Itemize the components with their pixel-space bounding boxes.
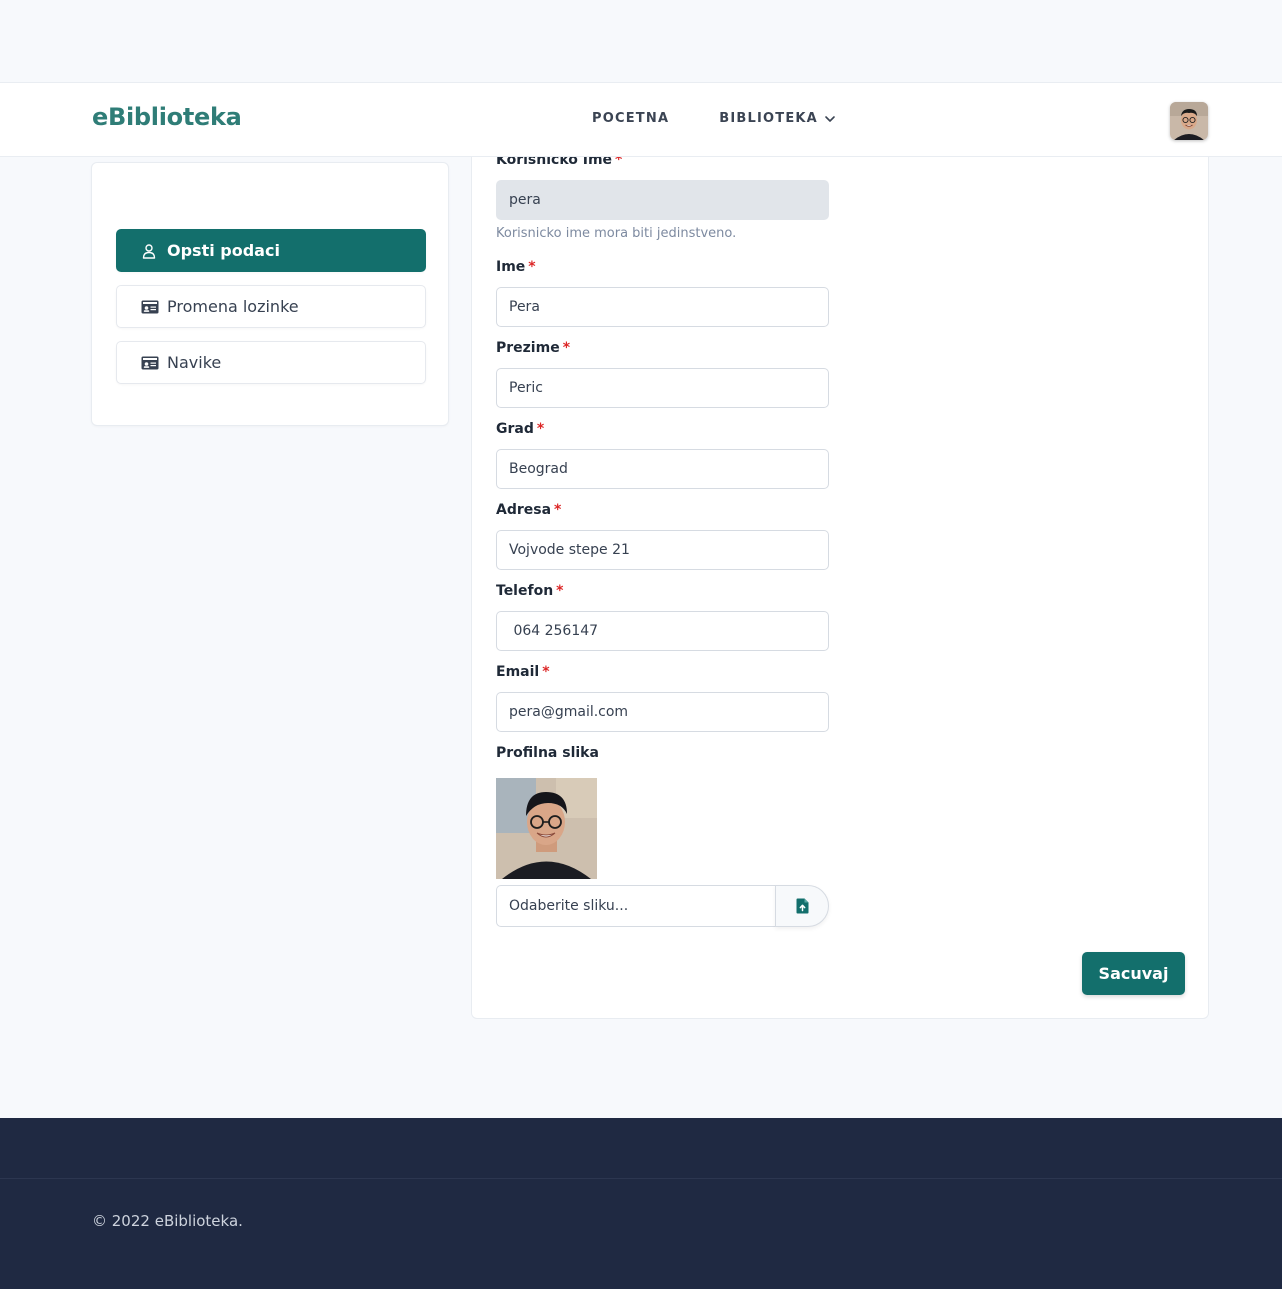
chevron-down-icon [825,115,835,122]
id-card-icon [141,298,159,316]
footer: © 2022 eBiblioteka. [0,1118,1282,1289]
sidebar-item-opsti-podaci[interactable]: Opsti podaci [116,229,426,272]
sidebar-item-label: Opsti podaci [167,241,280,260]
username-help-text: Korisnicko ime mora biti jedinstveno. [496,226,737,241]
file-upload-icon [796,898,808,914]
email-label: Email * [496,664,550,680]
nav-links: POCETNA BIBLIOTEKA [592,111,886,126]
footer-divider [0,1178,1282,1179]
profile-photo-label: Profilna slika [496,745,599,761]
id-card-icon [141,354,159,372]
nav-link-label: POCETNA [592,111,670,126]
city-input[interactable] [496,449,829,489]
sidebar-item-label: Promena lozinke [167,297,299,316]
last-name-input[interactable] [496,368,829,408]
nav-link-pocetna[interactable]: POCETNA [592,111,669,126]
address-input[interactable] [496,530,829,570]
address-label: Adresa * [496,502,562,518]
profile-photo-preview [496,778,597,879]
sidebar-item-navike[interactable]: Navike [116,341,426,384]
sidebar-card: Opsti podaci Promena lozinke Navike [91,162,449,426]
phone-input[interactable] [496,611,829,651]
footer-copyright: © 2022 eBiblioteka. [92,1212,243,1230]
username-input [496,180,829,220]
upload-file-button[interactable] [775,885,829,927]
sidebar-item-label: Navike [167,353,222,372]
sidebar-item-promena-lozinke[interactable]: Promena lozinke [116,285,426,328]
top-navbar: eBiblioteka POCETNA BIBLIOTEKA [0,82,1282,157]
nav-link-label: BIBLIOTEKA [719,111,818,126]
first-name-label: Ime * [496,259,536,275]
user-icon [141,242,159,260]
profile-form-card: Korisnicko Ime* Korisnicko ime mora biti… [471,100,1209,1019]
city-label: Grad * [496,421,545,437]
phone-label: Telefon * [496,583,564,599]
first-name-input[interactable] [496,287,829,327]
last-name-label: Prezime * [496,340,571,356]
email-input[interactable] [496,692,829,732]
photo-file-placeholder: Odaberite sliku... [509,898,629,914]
nav-link-biblioteka[interactable]: BIBLIOTEKA [719,111,836,126]
save-button[interactable]: Sacuvaj [1082,952,1185,995]
photo-file-input[interactable]: Odaberite sliku... [496,885,776,927]
user-avatar[interactable] [1170,102,1208,140]
brand-logo[interactable]: eBiblioteka [92,103,242,131]
